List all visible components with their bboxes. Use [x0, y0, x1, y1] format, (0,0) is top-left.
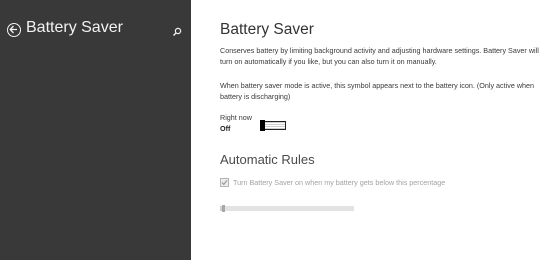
symbol-info-text: When battery saver mode is active, this … — [220, 81, 535, 101]
checkbox-label: Turn Battery Saver on when my battery ge… — [233, 178, 446, 187]
back-arrow-icon[interactable] — [7, 23, 21, 37]
battery-percentage-slider[interactable] — [220, 205, 354, 212]
description-text: Conserves battery by limiting background… — [220, 46, 539, 66]
checkmark-icon — [221, 180, 228, 186]
search-icon[interactable] — [172, 24, 182, 36]
toggle-thumb[interactable] — [260, 120, 265, 131]
battery-saver-toggle[interactable] — [260, 120, 286, 131]
slider-thumb[interactable] — [222, 205, 225, 212]
toggle-state-text: Off — [220, 124, 231, 133]
toggle-label: Right now — [220, 113, 252, 122]
sidebar: Battery Saver — [0, 0, 191, 260]
settings-window: Battery Saver Battery Saver Conserves ba… — [0, 0, 550, 260]
page-title: Battery Saver — [220, 21, 314, 38]
sidebar-title: Battery Saver — [26, 19, 123, 36]
auto-battery-saver-checkbox[interactable] — [220, 178, 229, 187]
section-title: Automatic Rules — [220, 152, 315, 167]
